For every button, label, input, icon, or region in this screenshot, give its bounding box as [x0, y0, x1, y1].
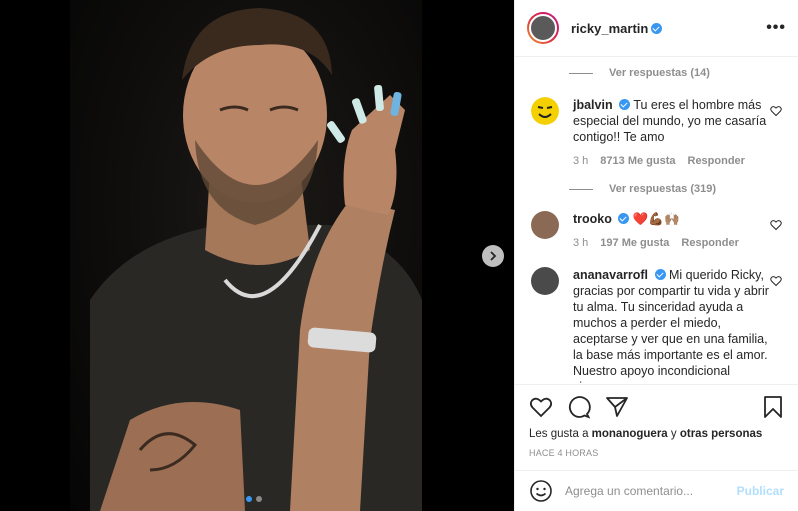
comment-item: ananavarrofl Mi querido Ricky, gracias p… — [531, 267, 782, 384]
carousel-indicator — [246, 496, 262, 502]
post-photo — [70, 0, 422, 511]
comment-text: Mi querido Ricky, gracias por compartir … — [573, 268, 769, 384]
add-comment-bar: Publicar — [515, 470, 798, 511]
liked-by-user-link[interactable]: monanoguera — [592, 428, 668, 440]
like-heart-icon[interactable] — [529, 395, 553, 419]
post-header: ricky_martin ••• — [515, 0, 798, 57]
reply-button[interactable]: Responder — [688, 153, 745, 169]
post-actions: Les gusta a monanoguera y otras personas… — [515, 384, 798, 458]
comment-text: ❤️💪🏾🙌🏽 — [632, 212, 680, 226]
view-replies-button[interactable]: Ver respuestas (319) — [569, 183, 782, 195]
more-options-icon[interactable]: ••• — [766, 19, 786, 37]
smiley-avatar-icon — [531, 97, 559, 125]
comment-avatar[interactable] — [531, 267, 559, 295]
view-replies-label: Ver respuestas (14) — [609, 67, 710, 79]
comment-bubble-icon[interactable] — [567, 395, 591, 419]
comment-likes[interactable]: 8713 Me gusta — [600, 153, 675, 169]
share-paper-plane-icon[interactable] — [605, 395, 629, 419]
carousel-next-button[interactable] — [482, 245, 504, 267]
comment-username[interactable]: ananavarrofl — [573, 268, 648, 282]
verified-badge-icon — [618, 213, 630, 224]
comment-avatar[interactable] — [531, 97, 559, 125]
comment-time[interactable]: 3 h — [573, 235, 588, 251]
emoji-icon[interactable] — [529, 479, 553, 503]
comment-username[interactable]: jbalvin — [573, 98, 613, 112]
comment-likes[interactable]: 197 Me gusta — [600, 235, 669, 251]
post-side-panel: ricky_martin ••• Ver respuestas (14) jba… — [514, 0, 798, 511]
author-avatar[interactable] — [527, 12, 559, 44]
author-username[interactable]: ricky_martin — [571, 21, 648, 36]
comment-time[interactable]: 3 h — [573, 153, 588, 169]
verified-badge-icon — [619, 99, 631, 110]
view-replies-label: Ver respuestas (319) — [609, 183, 717, 195]
instagram-post-modal: ricky_martin ••• Ver respuestas (14) jba… — [0, 0, 798, 511]
comment-item: trooko ❤️💪🏾🙌🏽 3 h 197 Me gusta Responder — [531, 211, 782, 251]
view-replies-button[interactable]: Ver respuestas (14) — [569, 67, 782, 79]
post-comment-button[interactable]: Publicar — [737, 484, 784, 498]
comment-username[interactable]: trooko — [573, 212, 612, 226]
liked-by-others-link[interactable]: otras personas — [680, 428, 762, 440]
bookmark-save-icon[interactable] — [762, 395, 784, 419]
likes-prefix: Les gusta a — [529, 428, 592, 440]
verified-badge-icon — [654, 269, 666, 280]
comment-input[interactable] — [565, 484, 737, 498]
reply-button[interactable]: Responder — [681, 235, 738, 251]
comment-item: jbalvin Tu eres el hombre más especial d… — [531, 97, 782, 169]
comment-heart-icon[interactable] — [770, 219, 782, 231]
comment-heart-icon[interactable] — [770, 105, 782, 117]
portrait-illustration — [90, 8, 422, 511]
carousel-dot-1 — [246, 496, 252, 502]
carousel-dot-2 — [256, 496, 262, 502]
verified-badge-icon — [651, 22, 663, 34]
comment-avatar[interactable] — [531, 211, 559, 239]
comment-heart-icon[interactable] — [770, 275, 782, 287]
likes-mid: y — [667, 428, 680, 440]
post-media — [0, 0, 514, 511]
comments-list: Ver respuestas (14) jbalvin Tu eres el h… — [515, 57, 798, 384]
chevron-right-icon — [490, 251, 497, 261]
likes-summary: Les gusta a monanoguera y otras personas — [529, 428, 784, 440]
post-timestamp[interactable]: HACE 4 HORAS — [529, 448, 784, 458]
